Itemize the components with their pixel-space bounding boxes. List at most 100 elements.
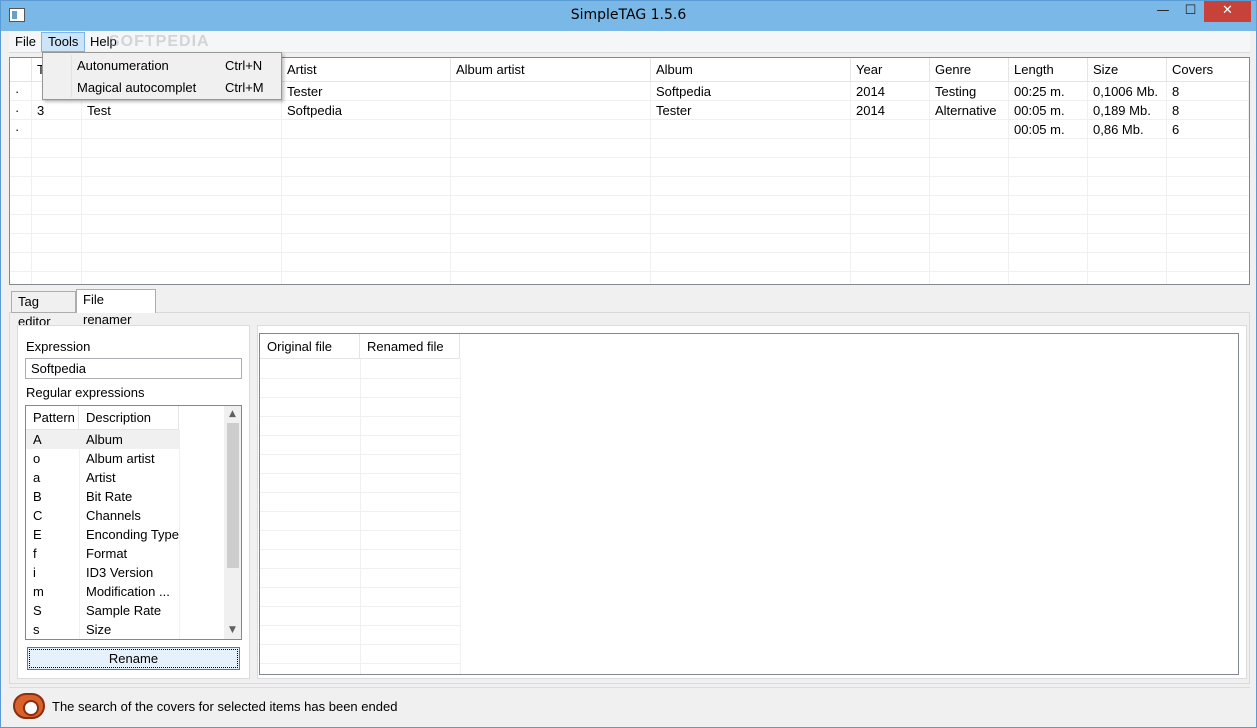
track-album: Softpedia bbox=[651, 82, 851, 101]
grid-line bbox=[260, 568, 460, 569]
empty-row bbox=[10, 234, 1249, 253]
description-cell: Artist bbox=[86, 470, 116, 485]
pattern-cell: i bbox=[33, 565, 36, 580]
menu-tools[interactable]: Tools bbox=[41, 32, 86, 52]
minimize-button[interactable]: — bbox=[1149, 1, 1177, 22]
track-size: 0,189 Mb. bbox=[1088, 101, 1167, 120]
track-genre bbox=[930, 120, 1009, 139]
column-header-year[interactable]: Year bbox=[851, 58, 930, 82]
list-item[interactable]: m Modification ... bbox=[26, 582, 179, 601]
status-bar: The search of the covers for selected it… bbox=[9, 687, 1250, 723]
track-year: 2014 bbox=[851, 101, 930, 120]
column-separator bbox=[179, 430, 180, 639]
menu-item-shortcut: Ctrl+M bbox=[225, 80, 264, 95]
menu-item-shortcut: Ctrl+N bbox=[225, 58, 263, 73]
track-covers: 6 bbox=[1167, 120, 1249, 139]
menu-item-magical-autocomplet[interactable]: Magical autocomplet Ctrl+M bbox=[45, 77, 279, 98]
track-album-artist bbox=[451, 120, 651, 139]
track-covers: 8 bbox=[1167, 82, 1249, 101]
menu-file[interactable]: File bbox=[9, 32, 42, 52]
track-album-artist bbox=[451, 82, 651, 101]
pattern-cell: B bbox=[33, 489, 42, 504]
track-row[interactable]: · 00:05 m. 0,86 Mb. 6 bbox=[10, 120, 1249, 139]
grid-line bbox=[260, 435, 460, 436]
list-item[interactable]: f Format bbox=[26, 544, 179, 563]
track-length: 00:05 m. bbox=[1009, 120, 1088, 139]
pattern-cell: m bbox=[33, 584, 44, 599]
list-item[interactable]: i ID3 Version bbox=[26, 563, 179, 582]
column-header-pattern[interactable]: Pattern bbox=[26, 406, 79, 430]
list-item[interactable]: o Album artist bbox=[26, 449, 179, 468]
list-item[interactable]: B Bit Rate bbox=[26, 487, 179, 506]
grid-line bbox=[260, 663, 460, 664]
track-album: Tester bbox=[651, 101, 851, 120]
column-header-renamed-file[interactable]: Renamed file bbox=[360, 334, 460, 359]
column-header-genre[interactable]: Genre bbox=[930, 58, 1009, 82]
track-number bbox=[32, 120, 82, 139]
list-item[interactable]: S Sample Rate bbox=[26, 601, 179, 620]
expression-input[interactable]: Softpedia bbox=[25, 358, 242, 379]
window-title: SimpleTAG 1.5.6 bbox=[570, 7, 687, 23]
regex-list-scrollbar[interactable]: ▲ ▼ bbox=[224, 406, 241, 639]
pattern-cell: A bbox=[33, 432, 42, 447]
description-cell: Sample Rate bbox=[86, 603, 162, 618]
pattern-cell: C bbox=[33, 508, 43, 523]
menu-item-label: Magical autocomplet bbox=[77, 80, 197, 95]
close-button[interactable]: ✕ bbox=[1204, 1, 1251, 22]
tools-dropdown-menu: Autonumeration Ctrl+N Magical autocomple… bbox=[42, 52, 282, 100]
app-logo-icon bbox=[13, 693, 45, 719]
list-item[interactable]: a Artist bbox=[26, 468, 179, 487]
track-artist bbox=[282, 120, 451, 139]
column-header-size[interactable]: Size bbox=[1088, 58, 1167, 82]
grid-line bbox=[460, 359, 461, 674]
empty-row bbox=[10, 253, 1249, 272]
list-item[interactable]: A Album bbox=[26, 430, 179, 449]
regex-list[interactable]: Pattern Description A Album o Album arti… bbox=[25, 405, 242, 640]
grid-line bbox=[260, 549, 460, 550]
tab-file-renamer[interactable]: File renamer bbox=[76, 289, 156, 327]
scroll-down-icon[interactable]: ▼ bbox=[224, 622, 241, 639]
list-item[interactable]: s Size bbox=[26, 620, 179, 639]
title-bar[interactable]: SimpleTAG 1.5.6 — ☐ ✕ bbox=[1, 1, 1256, 31]
scroll-up-icon[interactable]: ▲ bbox=[224, 406, 241, 423]
grid-line bbox=[260, 397, 460, 398]
column-header-description[interactable]: Description bbox=[79, 406, 179, 430]
column-header-length[interactable]: Length bbox=[1009, 58, 1088, 82]
column-header-covers[interactable]: Covers bbox=[1167, 58, 1249, 82]
track-artist: Softpedia bbox=[282, 101, 451, 120]
description-cell: Album bbox=[86, 432, 123, 447]
description-cell: Bit Rate bbox=[86, 489, 133, 504]
rename-preview-list[interactable]: Original file Renamed file bbox=[259, 333, 1239, 675]
grid-line bbox=[360, 359, 361, 674]
menu-item-autonumeration[interactable]: Autonumeration Ctrl+N bbox=[45, 55, 279, 76]
grid-line bbox=[260, 644, 460, 645]
grid-line bbox=[260, 511, 460, 512]
expression-label: Expression bbox=[26, 339, 91, 354]
empty-row bbox=[10, 139, 1249, 158]
column-header-album-artist[interactable]: Album artist bbox=[451, 58, 651, 82]
description-cell: Enconding Type bbox=[86, 527, 179, 542]
column-header-original-file[interactable]: Original file bbox=[260, 334, 360, 359]
main-window: SimpleTAG 1.5.6 — ☐ ✕ File Tools Help SO… bbox=[0, 0, 1257, 728]
list-item[interactable]: C Channels bbox=[26, 506, 179, 525]
list-item[interactable]: E Enconding Type bbox=[26, 525, 179, 544]
empty-row bbox=[10, 158, 1249, 177]
status-message: The search of the covers for selected it… bbox=[52, 699, 398, 714]
description-cell: Channels bbox=[86, 508, 141, 523]
pattern-cell: E bbox=[33, 527, 42, 542]
column-header-artist[interactable]: Artist bbox=[282, 58, 451, 82]
grid-line bbox=[260, 587, 460, 588]
grid-line bbox=[260, 530, 460, 531]
regex-label: Regular expressions bbox=[26, 385, 145, 400]
description-cell: ID3 Version bbox=[86, 565, 154, 580]
track-marker: · bbox=[10, 101, 32, 120]
column-header-marker[interactable] bbox=[10, 58, 32, 82]
rename-button[interactable]: Rename bbox=[27, 647, 240, 670]
tab-tag-editor[interactable]: Tag editor bbox=[11, 291, 76, 329]
track-row[interactable]: · 3 Test Softpedia Tester 2014 Alternati… bbox=[10, 101, 1249, 120]
track-genre: Testing bbox=[930, 82, 1009, 101]
scroll-thumb[interactable] bbox=[227, 423, 239, 568]
maximize-button[interactable]: ☐ bbox=[1177, 1, 1204, 22]
column-header-album[interactable]: Album bbox=[651, 58, 851, 82]
grid-line bbox=[260, 454, 460, 455]
